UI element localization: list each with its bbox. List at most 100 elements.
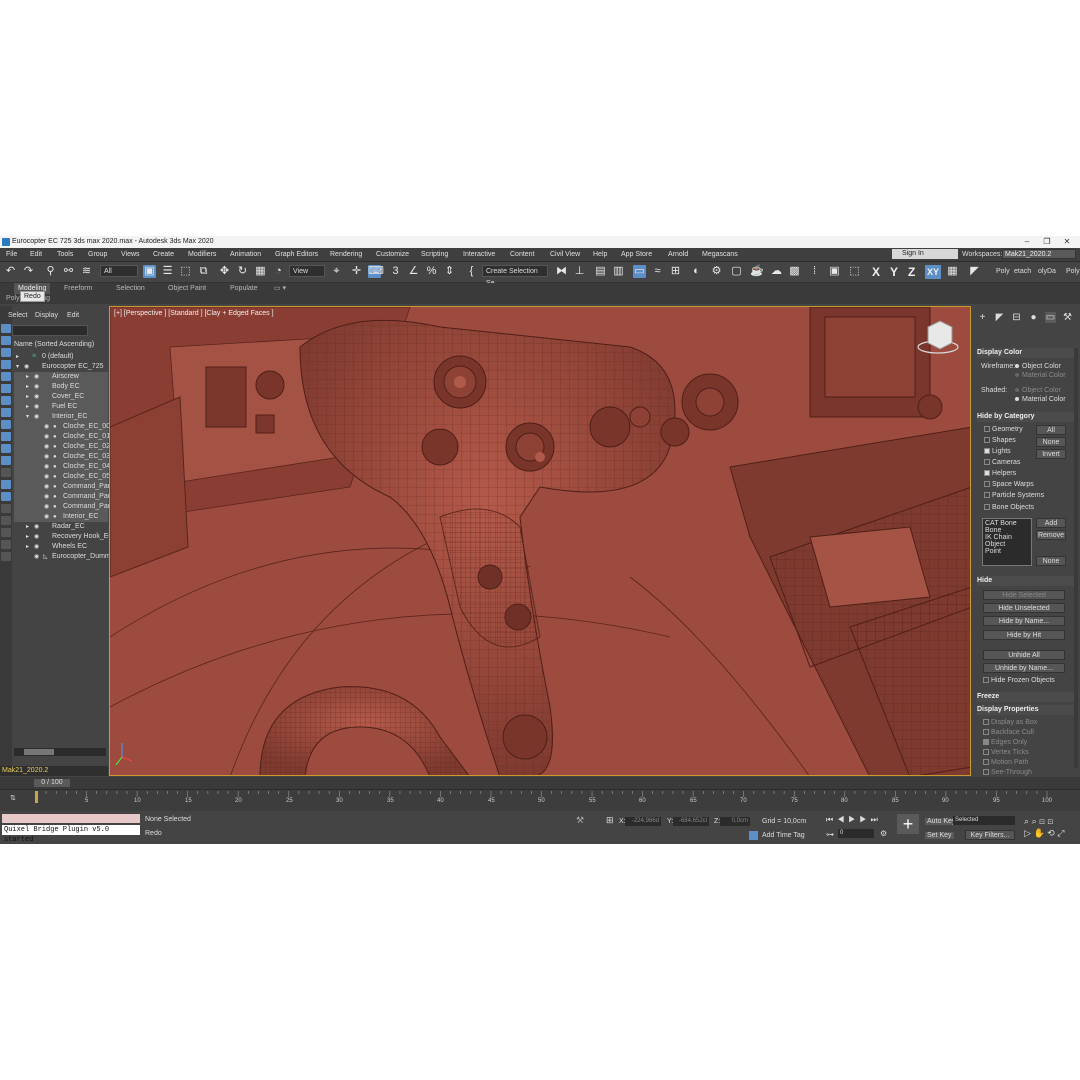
menu-views[interactable]: Views	[121, 248, 140, 261]
tree-row[interactable]: ◉ ● Cloche_EC_05	[14, 472, 110, 482]
go-to-start-icon[interactable]: ⏮	[826, 815, 837, 824]
select-by-name-icon[interactable]: ☰	[161, 265, 174, 278]
render-in-cloud-icon[interactable]: ☁	[770, 265, 783, 278]
tree-row[interactable]: ◉ ● Command_Pann	[14, 482, 116, 492]
material-editor-icon[interactable]: ◐	[690, 265, 703, 278]
wireframe-object-color-radio[interactable]: Object Color	[1015, 363, 1061, 370]
filter-groups-icon[interactable]	[1, 396, 11, 405]
visibility-eye-icon[interactable]: ◉	[44, 502, 50, 512]
axis-z-button[interactable]: Z	[908, 265, 915, 279]
visibility-eye-icon[interactable]: ◉	[34, 542, 40, 552]
render-setup-icon[interactable]: ⚙	[710, 265, 723, 278]
absolute-offset-icon[interactable]: ⊞	[606, 815, 614, 826]
edit-named-selection-icon[interactable]: {	[465, 265, 478, 278]
axis-xy-button[interactable]: XY	[925, 265, 942, 279]
category-list-item[interactable]: CAT Bone	[985, 520, 1029, 527]
next-frame-icon[interactable]: ▶	[859, 815, 870, 824]
zoom-extents-all-icon[interactable]: ⊡	[1047, 816, 1053, 826]
minimize-icon[interactable]: –	[1020, 236, 1034, 248]
layer-explorer-icon[interactable]: ▥	[612, 265, 625, 278]
plane-constraint-icon[interactable]: ▦	[946, 265, 959, 278]
tree-row[interactable]: ▸ ◉ Wheels EC	[14, 542, 108, 552]
explorer-search-input[interactable]	[12, 325, 88, 336]
tree-row[interactable]: ◉ ● Command_Pann	[14, 492, 116, 502]
expand-icon[interactable]: ▸	[26, 522, 32, 532]
ribbon-tab-object-paint[interactable]: Object Paint	[168, 283, 206, 294]
perspective-viewport[interactable]: [+] [Perspective ] [Standard ] [Clay + E…	[109, 306, 971, 776]
tree-row[interactable]: ◉ ● Cloche_EC_03	[14, 452, 110, 462]
category-list-item[interactable]: IK Chain Object	[985, 534, 1029, 548]
category-none-button[interactable]: None	[1036, 437, 1066, 447]
filter-hidden-icon[interactable]	[1, 456, 11, 465]
motion-path-checkbox[interactable]: Motion Path	[983, 759, 1028, 766]
play-icon[interactable]: ▶	[848, 815, 859, 824]
backface-cull-checkbox[interactable]: Backface Cull	[983, 729, 1034, 736]
axis-x-button[interactable]: X	[872, 265, 880, 279]
render-iterative-icon[interactable]: ▩	[788, 265, 801, 278]
visibility-eye-icon[interactable]: ◉	[44, 482, 50, 492]
go-to-end-icon[interactable]: ⏭	[871, 815, 882, 824]
tree-row[interactable]: ◉ ● Cloche_EC_00	[14, 422, 110, 432]
tree-row[interactable]: ◉ ◺ Eurocopter_Dumm	[14, 552, 111, 562]
viewport-label-menu[interactable]: [+] [Perspective ] [Standard ] [Clay + E…	[114, 310, 274, 317]
scrollbar-thumb[interactable]	[24, 749, 54, 755]
expand-icon[interactable]: ▸	[26, 392, 32, 402]
hierarchy-tab-icon[interactable]: ⊟	[1011, 312, 1022, 323]
menu-help[interactable]: Help	[593, 248, 607, 261]
previous-frame-icon[interactable]: ◀	[837, 815, 848, 824]
mirror-icon[interactable]: ⧓	[555, 265, 568, 278]
undo-icon[interactable]: ↶	[4, 265, 17, 278]
hide-rollout[interactable]: Hide	[977, 576, 1077, 586]
category-cameras-checkbox[interactable]: Cameras	[984, 459, 1020, 466]
axis-y-button[interactable]: Y	[890, 265, 898, 279]
filter-space-warps-icon[interactable]	[1, 384, 11, 393]
visibility-eye-icon[interactable]: ◉	[44, 512, 50, 522]
zoom-icon[interactable]: ⌕	[1024, 816, 1029, 826]
filter-helpers-icon[interactable]	[1, 372, 11, 381]
hide-selected-button[interactable]: Hide Selected	[983, 590, 1065, 600]
place-icon[interactable]: ◔	[272, 265, 285, 278]
menu-group[interactable]: Group	[88, 248, 107, 261]
filter-bones-icon[interactable]	[1, 420, 11, 429]
pan-icon[interactable]: ✋	[1033, 828, 1044, 838]
edges-only-checkbox[interactable]: Edges Only	[983, 739, 1027, 746]
expand-icon[interactable]: ▸	[16, 352, 22, 362]
tree-row[interactable]: ◉ ● Cloche_EC_02	[14, 442, 110, 452]
menu-scripting[interactable]: Scripting	[421, 248, 448, 261]
expand-icon[interactable]: ▸	[26, 402, 32, 412]
key-mode-icon[interactable]: ⊶	[826, 830, 834, 839]
expand-icon[interactable]: ▸	[26, 382, 32, 392]
explorer-tab-edit[interactable]: Edit	[67, 312, 79, 319]
isolate-selection-icon[interactable]: ▣	[828, 265, 841, 278]
category-list-item[interactable]: Bone	[985, 527, 1029, 534]
vertex-ticks-checkbox[interactable]: Vertex Ticks	[983, 749, 1029, 756]
tree-row[interactable]: ◉ ● Cloche_EC_01	[14, 432, 110, 442]
rectangular-selection-icon[interactable]: ⬚	[179, 265, 192, 278]
category-lights-checkbox[interactable]: Lights	[984, 448, 1011, 455]
list-none-button[interactable]: None	[1036, 556, 1066, 566]
explorer-layers-icon[interactable]	[1, 552, 11, 561]
menu-graph-editors[interactable]: Graph Editors	[275, 248, 318, 261]
command-panel-scrollbar[interactable]	[1074, 348, 1078, 768]
bind-space-warp-icon[interactable]: ≋	[80, 265, 93, 278]
menu-file[interactable]: File	[6, 248, 17, 261]
filter-xrefs-icon[interactable]	[1, 408, 11, 417]
category-geometry-checkbox[interactable]: Geometry	[984, 426, 1023, 433]
explorer-filter-icon[interactable]	[1, 540, 11, 549]
visibility-eye-icon[interactable]: ◉	[34, 392, 40, 402]
rotate-icon[interactable]: ↻	[236, 265, 249, 278]
ribbon-tab-populate[interactable]: Populate	[230, 283, 258, 294]
set-keys-icon[interactable]: +	[897, 814, 919, 834]
tree-row[interactable]: ▾ ◉ Interior_EC	[14, 412, 108, 422]
menu-customize[interactable]: Customize	[376, 248, 409, 261]
x-coordinate-field[interactable]: -224,986d	[625, 817, 661, 826]
visibility-eye-icon[interactable]: ◉	[44, 432, 50, 442]
category-all-button[interactable]: All	[1036, 425, 1066, 435]
schematic-view-icon[interactable]: ⊞	[669, 265, 682, 278]
pivot-center-icon[interactable]: ⌖	[330, 265, 343, 278]
sign-in-button[interactable]: Sign In	[892, 249, 958, 259]
visibility-eye-icon[interactable]: ◉	[44, 442, 50, 452]
maximize-icon[interactable]: ❐	[1040, 236, 1054, 248]
explorer-scrollbar[interactable]	[14, 748, 106, 756]
current-frame-marker[interactable]	[35, 791, 38, 803]
